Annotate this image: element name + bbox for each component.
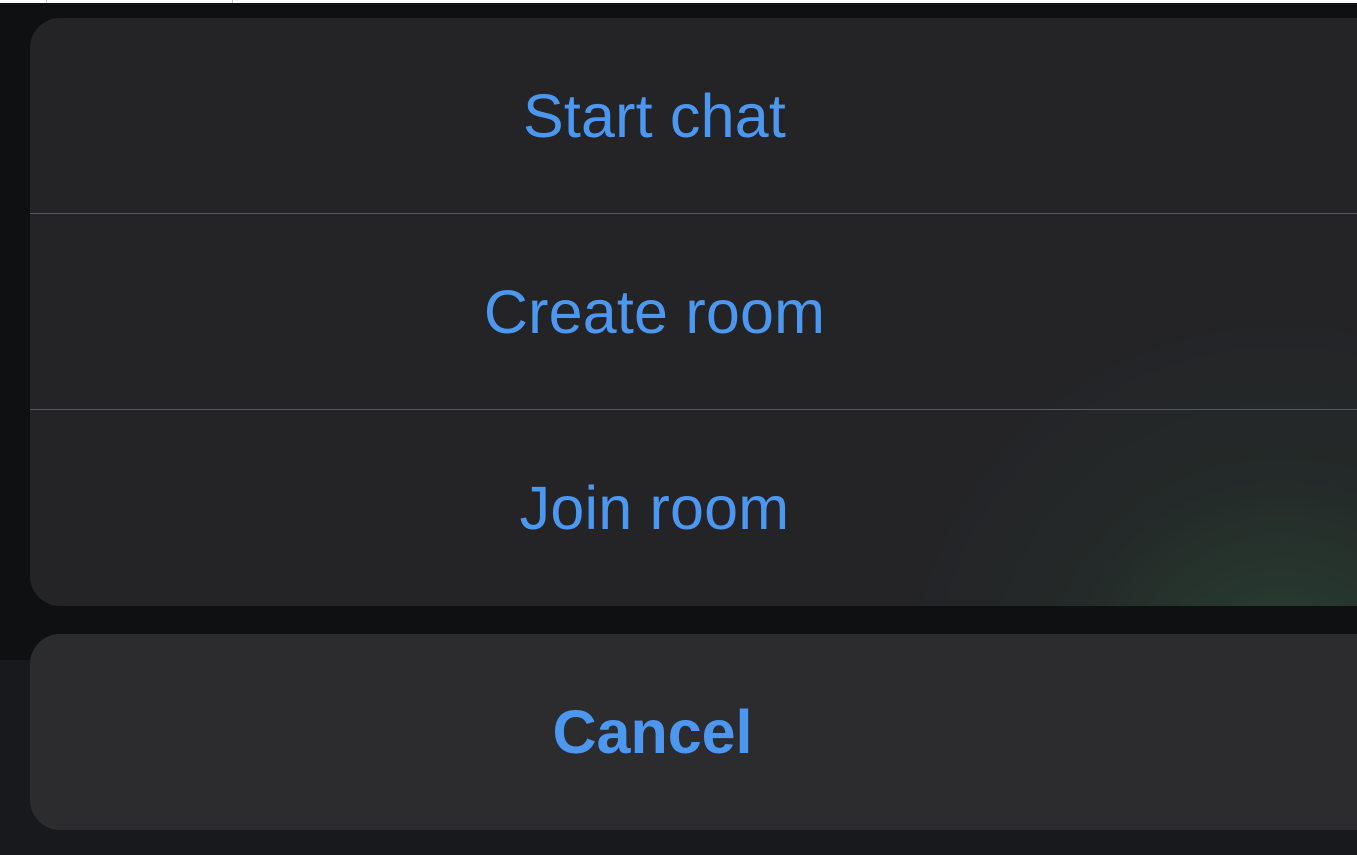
screen-backdrop: Start chat Create room Join room Cancel xyxy=(0,3,1357,855)
action-sheet-group: Start chat Create room Join room xyxy=(30,18,1357,606)
cancel-label: Cancel xyxy=(552,698,753,766)
join-room-label: Join room xyxy=(519,474,790,542)
start-chat-label: Start chat xyxy=(522,81,787,150)
join-room-button[interactable]: Join room xyxy=(30,410,1357,606)
create-room-button[interactable]: Create room xyxy=(30,214,1357,410)
start-chat-button[interactable]: Start chat xyxy=(30,18,1357,214)
cancel-button[interactable]: Cancel xyxy=(30,634,1357,830)
create-room-label: Create room xyxy=(483,277,826,346)
